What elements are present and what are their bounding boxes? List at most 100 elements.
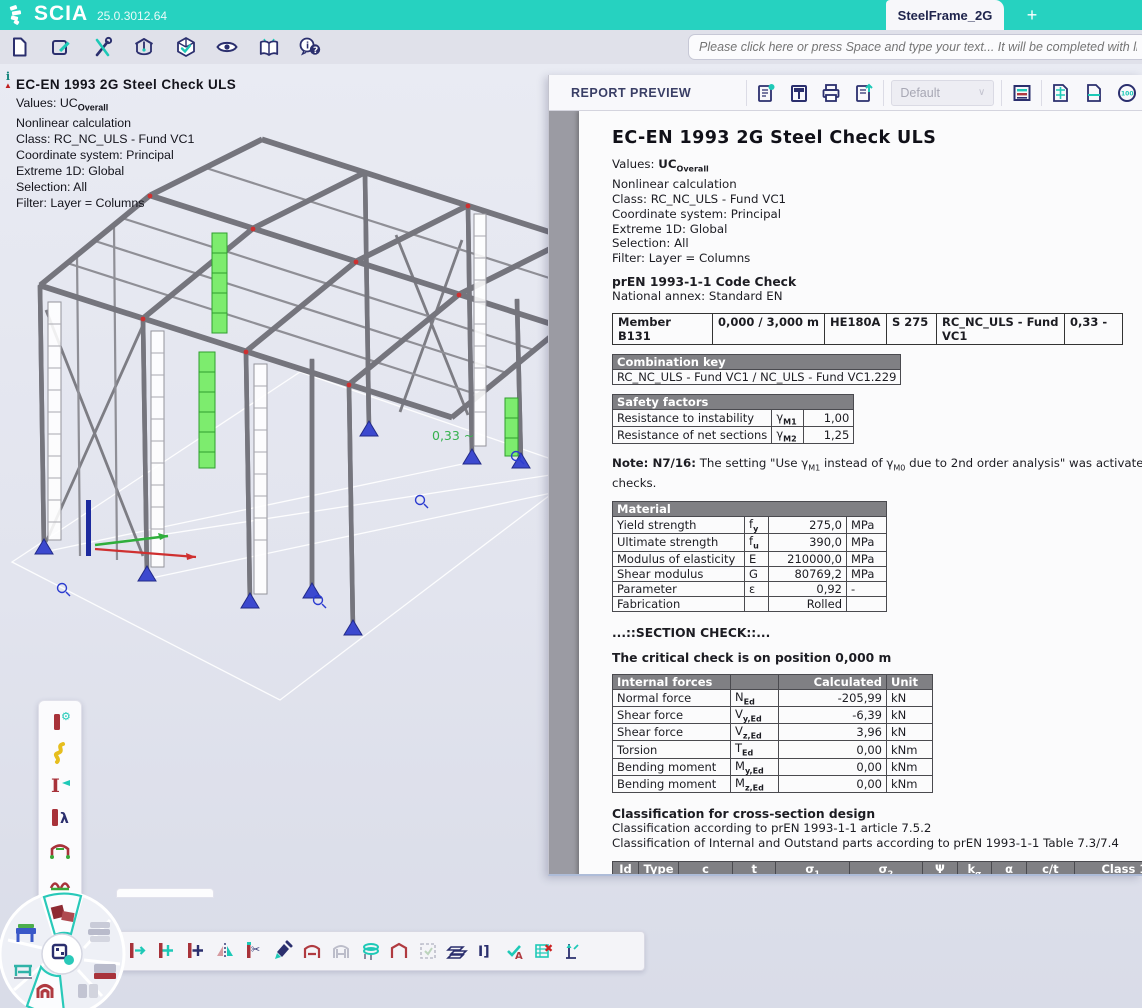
legend-line: Nonlinear calculation [16,115,236,131]
frame-supports-button[interactable] [43,835,77,863]
table-cell: 390,0 [769,534,847,551]
view-button[interactable] [210,32,244,62]
svg-text:✖: ✖ [544,942,553,955]
table-cell: Normal force [613,689,731,706]
svg-text:?: ? [313,46,318,56]
calculate-button[interactable] [169,32,203,62]
table-row: Bending momentMz,Ed0,00kNm [613,776,933,793]
print-button[interactable] [816,78,847,108]
table-cell: 210000,0 [769,551,847,566]
report-table-icon [788,82,810,104]
report-page-area[interactable]: EC-EN 1993 2G Steel Check ULS Values: UC… [549,111,1142,874]
copy-member-button[interactable] [152,935,181,967]
table-row: Shear modulusG80769,2MPa [613,566,887,581]
legend-line: Extreme 1D: Global [16,163,236,179]
mirror-button[interactable] [210,935,239,967]
report-info-line: Class: RC_NC_ULS - Fund VC1 [612,192,1142,207]
library-icon [257,35,281,59]
tools-icon [91,35,115,59]
table-cell: Torsion [613,741,731,758]
trim-button[interactable]: ✂ [239,935,268,967]
new-tab-button[interactable]: + [1018,1,1046,29]
table-header-row: Material [613,501,887,516]
table-cell: fy [745,516,769,533]
table-row: Resistance of net sectionsγM21,25 [613,427,854,444]
table-cell: Rolled [769,596,847,611]
deformed-shape-button[interactable] [43,739,77,767]
table-cell [745,596,769,611]
one-page-view-button[interactable] [1079,78,1110,108]
report-info-line: Nonlinear calculation [612,177,1142,192]
two-page-view-icon [1050,82,1072,104]
table-row: RC_NC_ULS - Fund VC1 / NC_ULS - Fund VC1… [613,369,901,384]
new-report-button[interactable] [751,78,782,108]
results-toolbar: ⚙ I λ [38,700,82,904]
svg-text:i: i [306,42,309,52]
report-template-dropdown[interactable]: Default∨ [891,80,994,106]
deformed-shape-icon [48,741,72,765]
table-cell: 0,00 [779,758,887,775]
command-input[interactable] [688,34,1142,60]
frame-button[interactable] [297,935,326,967]
paste-member-button[interactable] [181,935,210,967]
table-edit-button[interactable] [355,935,384,967]
structure-button[interactable] [127,32,161,62]
table-row: Normal forceNEd-205,99kN [613,689,933,706]
table-cell: E [745,551,769,566]
table-header-row: Combination key [613,354,901,369]
zoom-100-button[interactable]: 100 [1111,78,1142,108]
table-cell: 1,25 [804,427,854,444]
floor-grid [12,372,583,700]
buckling-lambda-button[interactable]: λ [43,803,77,831]
check-input-button[interactable]: A [500,935,529,967]
table-cell: Shear force [613,724,731,741]
new-project-button[interactable] [3,32,37,62]
table-row: Member B131 0,000 / 3,000 m HE180A S 275… [613,313,1123,344]
table-cell: kNm [887,741,933,758]
workstation-wheel[interactable] [0,886,140,1008]
report-preview-title: REPORT PREVIEW [549,86,743,100]
portal-frame-icon [388,940,410,962]
foundation-icon [94,964,116,979]
table-row: Bending momentMy,Ed0,00kNm [613,758,933,775]
property-brush-button[interactable] [268,935,297,967]
delete-table-button[interactable]: ✖ [529,935,558,967]
classification-line: Classification of Internal and Outstand … [612,836,1142,851]
legend-title: EC-EN 1993 2G Steel Check ULS [16,77,236,92]
portal-frame-button[interactable] [384,935,413,967]
frame-disabled-button[interactable] [326,935,355,967]
report-page: EC-EN 1993 2G Steel Check ULS Values: UC… [579,111,1142,874]
select-area-button[interactable] [413,935,442,967]
library-button[interactable] [252,32,286,62]
member-settings-button[interactable]: ⚙ [43,707,77,735]
table-cell: Vy,Ed [731,706,779,723]
project-tab[interactable]: SteelFrame_2G [886,0,1004,30]
report-table-button[interactable] [783,78,814,108]
rename-button[interactable]: I] [471,935,500,967]
table-cell: fu [745,534,769,551]
titlebar: SCIA 25.0.3012.64 SteelFrame_2G + [0,0,1142,30]
code-check-heading: prEN 1993-1-1 Code Check [612,275,1142,289]
layers-button[interactable] [442,935,471,967]
calculate-icon [174,35,198,59]
table-cell: Resistance to instability [613,409,772,426]
edit-button[interactable] [44,32,78,62]
table-header-row: Safety factors [613,394,854,409]
tools-button[interactable] [86,32,120,62]
help-button[interactable]: i? [293,32,327,62]
table-cell: -6,39 [779,706,887,723]
legend-info-icon[interactable]: i▲ [3,70,13,88]
export-report-button[interactable] [849,78,880,108]
two-page-view-button[interactable] [1046,78,1077,108]
table-header-row: Id Type c[mm] t[mm] σ1[kN/m²] σ2[kN/m²] … [613,861,1142,874]
table-cell: 1,00 [804,409,854,426]
report-title: EC-EN 1993 2G Steel Check ULS [612,128,1142,148]
cross-section-button[interactable]: I [43,771,77,799]
table-cell: Mz,Ed [731,776,779,793]
table-cell: Ultimate strength [613,534,745,551]
dimension-line-button[interactable] [558,935,587,967]
check-input-icon: A [504,940,526,962]
svg-text:λ: λ [60,811,69,827]
property-brush-icon [272,940,294,962]
table-of-contents-button[interactable] [1006,78,1037,108]
